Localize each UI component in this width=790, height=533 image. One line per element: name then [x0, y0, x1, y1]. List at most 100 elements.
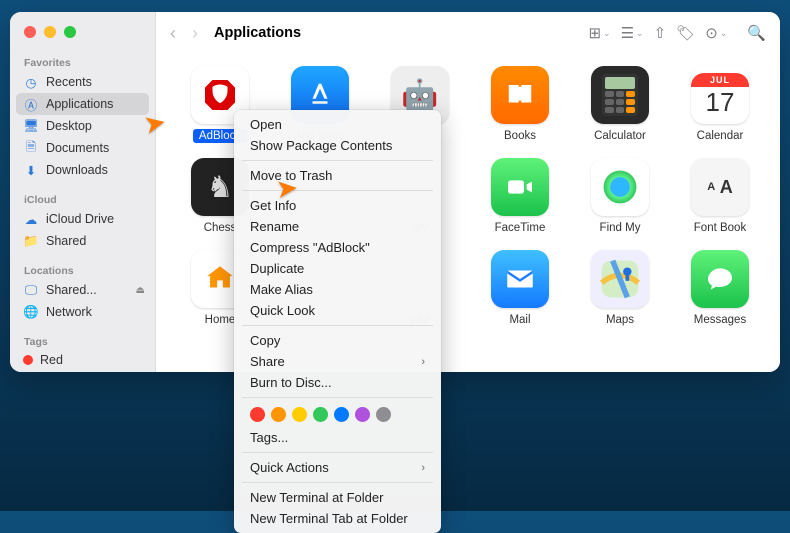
app-calendar[interactable]: JUL17 Calendar	[670, 60, 770, 152]
ctx-label: Tags...	[250, 430, 288, 445]
messages-icon	[691, 250, 749, 308]
calendar-day: 17	[706, 87, 735, 118]
app-label: Mail	[503, 313, 536, 327]
ctx-new-terminal[interactable]: New Terminal at Folder	[234, 487, 441, 508]
ctx-get-info[interactable]: Get Info	[234, 195, 441, 216]
app-messages[interactable]: Messages	[670, 244, 770, 336]
findmy-icon	[591, 158, 649, 216]
ctx-tags[interactable]: Tags...	[234, 427, 441, 448]
ctx-label: Open	[250, 117, 282, 132]
app-fontbook[interactable]: A A Font Book	[670, 152, 770, 244]
sidebar-section-tags: Tags	[10, 331, 155, 350]
ctx-label: Make Alias	[250, 282, 313, 297]
ctx-label: Burn to Disc...	[250, 375, 332, 390]
cloud-icon: ☁	[23, 211, 39, 227]
forward-button[interactable]: ›	[192, 23, 198, 44]
sidebar-item-shared-disk[interactable]: 🖵Shared...⏏	[10, 279, 155, 301]
display-icon: 🖵	[23, 282, 39, 298]
app-label: Calculator	[588, 129, 652, 143]
sidebar-item-downloads[interactable]: ⬇ Downloads	[10, 159, 155, 181]
ctx-make-alias[interactable]: Make Alias	[234, 279, 441, 300]
search-button[interactable]: 🔍	[747, 24, 766, 42]
tag-color-swatch[interactable]	[292, 407, 307, 422]
tag-color-swatch[interactable]	[313, 407, 328, 422]
maps-icon	[591, 250, 649, 308]
eject-icon[interactable]: ⏏	[136, 285, 145, 296]
close-button[interactable]	[24, 26, 36, 38]
maximize-button[interactable]	[64, 26, 76, 38]
sidebar-item-network[interactable]: 🌐Network	[10, 301, 155, 323]
ctx-new-terminal-tab[interactable]: New Terminal Tab at Folder	[234, 508, 441, 529]
calculator-icon	[591, 66, 649, 124]
group-button[interactable]: ☰⌄	[621, 24, 644, 42]
doc-icon: 🗎	[23, 140, 39, 156]
sidebar-item-label: Shared	[46, 234, 86, 248]
app-label: Font Book	[688, 221, 752, 235]
ctx-label: Copy	[250, 333, 280, 348]
nav-buttons: ‹ ›	[170, 23, 198, 44]
ctx-rename[interactable]: Rename	[234, 216, 441, 237]
ctx-label: Get Info	[250, 198, 296, 213]
ctx-show-package[interactable]: Show Package Contents	[234, 135, 441, 156]
sidebar-item-shared[interactable]: 📁Shared	[10, 230, 155, 252]
calendar-icon: JUL17	[691, 66, 749, 124]
tag-color-swatch[interactable]	[271, 407, 286, 422]
ctx-move-to-trash[interactable]: Move to Trash	[234, 165, 441, 186]
action-button[interactable]: ⊙⌄	[705, 24, 727, 42]
ctx-share[interactable]: Share ›	[234, 351, 441, 372]
sidebar-item-icloud-drive[interactable]: ☁ iCloud Drive	[10, 208, 155, 230]
app-mail[interactable]: Mail	[470, 244, 570, 336]
tag-button[interactable]: 🏷	[676, 24, 695, 42]
ctx-tag-colors	[234, 402, 441, 427]
ctx-copy[interactable]: Copy	[234, 330, 441, 351]
ctx-open[interactable]: Open	[234, 114, 441, 135]
app-label: Calendar	[691, 129, 750, 143]
ctx-compress[interactable]: Compress "AdBlock"	[234, 237, 441, 258]
sidebar-item-tag-red[interactable]: Red	[10, 350, 155, 370]
ctx-separator	[242, 452, 433, 453]
sidebar-section-favorites: Favorites	[10, 52, 155, 71]
ctx-label: Quick Actions	[250, 460, 329, 475]
app-label: Books	[498, 129, 542, 143]
ctx-label: Share	[250, 354, 285, 369]
sidebar-item-label: Network	[46, 305, 92, 319]
back-button[interactable]: ‹	[170, 23, 176, 44]
sidebar-item-applications[interactable]: ⒶApplications	[16, 93, 149, 115]
ctx-separator	[242, 482, 433, 483]
app-books[interactable]: Books	[470, 60, 570, 152]
ctx-quick-actions[interactable]: Quick Actions›	[234, 457, 441, 478]
chevron-right-icon: ›	[421, 356, 425, 368]
sidebar-item-label: Recents	[46, 75, 92, 89]
ctx-label: Rename	[250, 219, 299, 234]
app-calculator[interactable]: Calculator	[570, 60, 670, 152]
app-findmy[interactable]: Find My	[570, 152, 670, 244]
view-mode-button[interactable]: ⊞⌄	[588, 24, 610, 42]
ctx-burn[interactable]: Burn to Disc...	[234, 372, 441, 393]
desktop-icon: 🖥	[23, 118, 39, 134]
sidebar-item-label: Downloads	[46, 163, 108, 177]
tag-color-swatch[interactable]	[250, 407, 265, 422]
sidebar-item-recents[interactable]: ◷Recents	[10, 71, 155, 93]
ctx-separator	[242, 160, 433, 161]
minimize-button[interactable]	[44, 26, 56, 38]
chevron-down-icon: ⌄	[720, 28, 728, 39]
app-facetime[interactable]: FaceTime	[470, 152, 570, 244]
ctx-duplicate[interactable]: Duplicate	[234, 258, 441, 279]
sidebar: Favorites ◷Recents ⒶApplications 🖥Deskto…	[10, 12, 156, 372]
toolbar: ‹ › Applications ⊞⌄ ☰⌄ ⇧ 🏷 ⊙⌄ 🔍	[156, 12, 780, 54]
tag-color-swatch[interactable]	[355, 407, 370, 422]
tag-color-swatch[interactable]	[376, 407, 391, 422]
books-icon	[491, 66, 549, 124]
sidebar-item-documents[interactable]: 🗎Documents	[10, 137, 155, 159]
sidebar-item-desktop[interactable]: 🖥Desktop	[10, 115, 155, 137]
ctx-quick-look[interactable]: Quick Look	[234, 300, 441, 321]
page-title: Applications	[214, 25, 301, 41]
download-icon: ⬇	[23, 162, 39, 178]
tag-color-swatch[interactable]	[334, 407, 349, 422]
chevron-down-icon: ⌄	[603, 28, 611, 39]
app-maps[interactable]: Maps	[570, 244, 670, 336]
app-label: Messages	[688, 313, 752, 327]
share-button[interactable]: ⇧	[654, 24, 667, 42]
sidebar-section-icloud: iCloud	[10, 189, 155, 208]
sidebar-item-label: iCloud Drive	[46, 212, 114, 226]
